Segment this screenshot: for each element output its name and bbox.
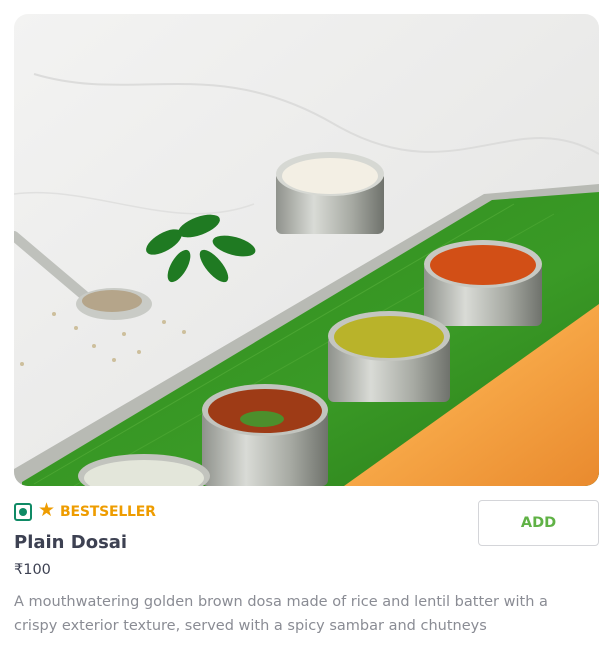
bestseller-badge: BESTSELLER (60, 504, 156, 520)
item-price: ₹100 (14, 562, 51, 578)
veg-indicator-icon (14, 503, 32, 521)
dosa-photo (14, 14, 599, 486)
add-button[interactable]: ADD (478, 500, 599, 546)
item-name: Plain Dosai (14, 532, 128, 553)
item-image[interactable] (14, 14, 599, 486)
star-icon: ★ (38, 500, 56, 521)
item-description: A mouthwatering golden brown dosa made o… (14, 594, 548, 634)
